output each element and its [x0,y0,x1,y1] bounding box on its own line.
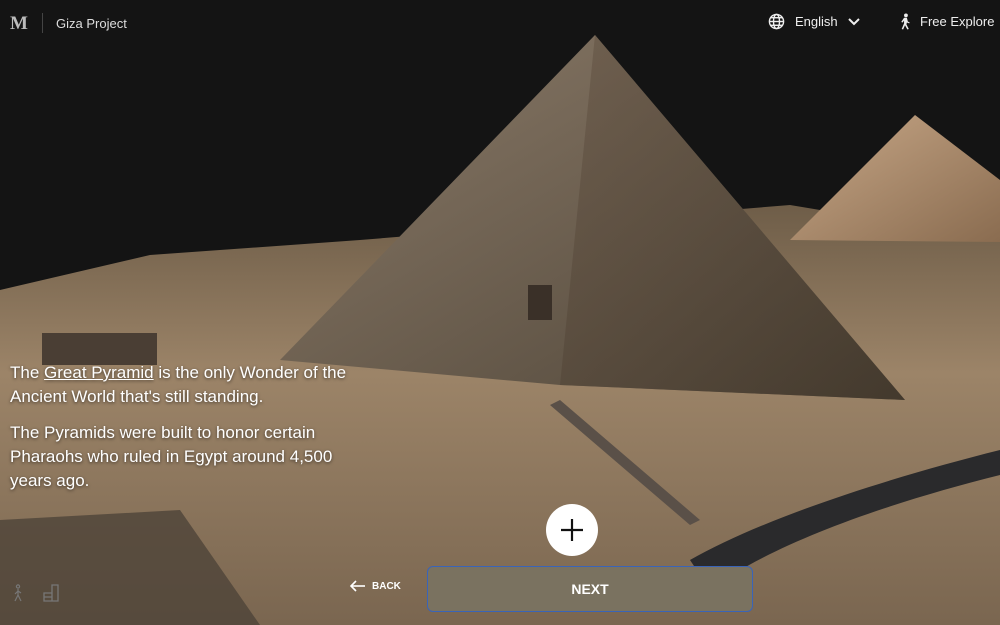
caption-text: The [10,363,45,382]
arrow-left-icon [350,580,365,592]
3d-scene-viewport[interactable] [0,0,1000,625]
plus-icon [561,519,583,541]
next-button[interactable]: NEXT [427,566,753,612]
back-button[interactable]: BACK [350,580,401,592]
top-bar: M Giza Project English Free Explore [0,0,1000,46]
language-label: English [795,14,838,29]
chevron-down-icon [847,17,860,25]
great-pyramid-link[interactable]: Great Pyramid [44,363,154,382]
caption-panel: The Great Pyramid is the only Wonder of … [10,361,350,505]
divider [42,13,43,33]
logo[interactable]: M [10,13,28,35]
caption-paragraph-1: The Great Pyramid is the only Wonder of … [10,361,350,409]
globe-icon [768,13,785,30]
walk-mode-icon[interactable] [12,584,24,602]
project-title[interactable]: Giza Project [56,16,127,31]
caption-paragraph-2: The Pyramids were built to honor certain… [10,423,333,490]
free-explore-label: Free Explore [920,14,995,29]
free-explore-button[interactable]: Free Explore [898,13,994,30]
floor-plan-icon[interactable] [43,584,59,602]
back-label: BACK [372,580,401,592]
add-hotspot-button[interactable] [546,504,598,556]
language-selector[interactable]: English [768,13,860,30]
walking-person-icon [901,13,910,30]
